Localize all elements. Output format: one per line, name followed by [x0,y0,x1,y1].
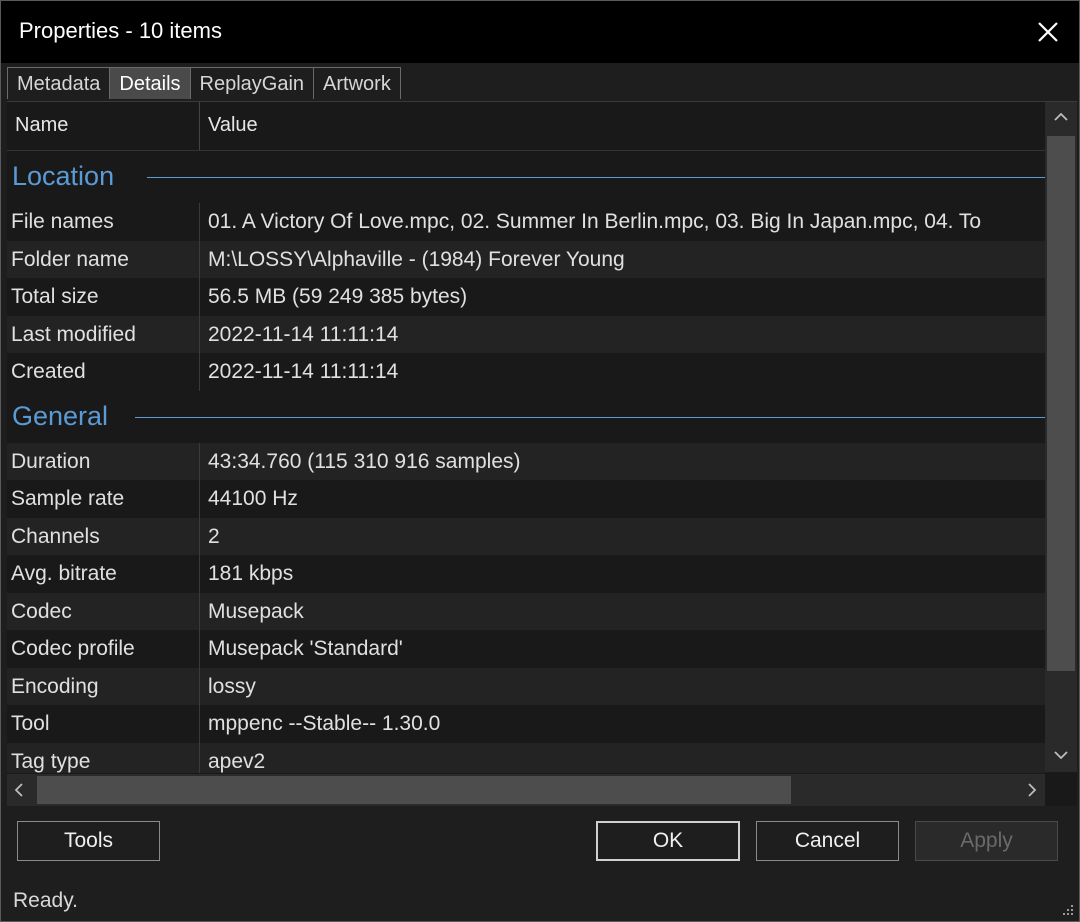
property-row[interactable]: Channels 2 [7,517,1045,555]
property-name: Tag type [11,749,91,773]
property-name: Encoding [11,674,99,698]
property-row[interactable]: File names 01. A Victory Of Love.mpc, 02… [7,203,1045,241]
tab-metadata[interactable]: Metadata [7,67,111,99]
tab-artwork[interactable]: Artwork [313,67,401,99]
property-value: 2022-11-14 11:11:14 [208,322,399,346]
property-row[interactable]: Created 2022-11-14 11:11:14 [7,353,1045,391]
cell-divider [199,555,200,593]
cell-divider [199,278,200,316]
property-name: Total size [11,285,99,308]
cell-divider [199,442,200,480]
property-value: lossy [208,674,256,698]
property-row[interactable]: Tag type apev2 [7,742,1045,773]
cell-divider [199,630,200,668]
property-name: Sample rate [11,487,125,510]
property-name: Created [11,360,86,383]
property-value: M:\LOSSY\Alphaville - (1984) Forever You… [208,247,625,271]
property-value: 43:34.760 (115 310 916 samples) [208,449,521,473]
chevron-down-icon[interactable] [1054,750,1068,760]
resize-grip-icon[interactable] [1061,903,1075,917]
property-name: Last modified [11,322,136,346]
cell-divider [199,705,200,743]
property-value: 44100 Hz [208,487,298,510]
property-row[interactable]: Duration 43:34.760 (115 310 916 samples) [7,442,1045,480]
property-value: apev2 [208,749,266,773]
property-name: Codec profile [11,637,135,660]
property-value: 2022-11-14 11:11:14 [208,360,399,383]
property-value: 2 [208,524,220,548]
vertical-scrollbar[interactable] [1045,102,1077,772]
cancel-button[interactable]: Cancel [756,821,899,861]
group-divider [135,416,1045,418]
tab-replaygain[interactable]: ReplayGain [189,67,315,99]
chevron-right-icon[interactable] [1027,783,1037,797]
property-value: 01. A Victory Of Love.mpc, 02. Summer In… [208,210,982,233]
property-value: Musepack [208,599,304,623]
cell-divider [199,315,200,353]
property-row[interactable]: Avg. bitrate 181 kbps [7,555,1045,593]
tab-details[interactable]: Details [109,67,191,99]
ok-button[interactable]: OK [596,821,740,861]
property-name: Duration [11,449,91,473]
group-label: General [12,400,109,431]
property-name: Codec [11,599,72,623]
tab-bar: Metadata Details ReplayGain Artwork [7,67,401,101]
property-value: 56.5 MB (59 249 385 bytes) [208,285,468,308]
horizontal-scroll-thumb[interactable] [37,776,791,804]
property-name: Avg. bitrate [11,562,117,585]
property-name: Channels [11,524,100,548]
property-name: Tool [11,712,50,735]
property-row[interactable]: Tool mppenc --Stable-- 1.30.0 [7,705,1045,743]
title-bar: Properties - 10 items [1,1,1079,63]
close-button[interactable] [1017,1,1079,63]
cell-divider [199,240,200,278]
apply-button: Apply [915,821,1058,861]
group-header-general: General [7,391,1045,443]
column-header-value[interactable]: Value [208,114,258,137]
cell-divider [199,517,200,555]
property-row[interactable]: Total size 56.5 MB (59 249 385 bytes) [7,278,1045,316]
column-header-name[interactable]: Name [15,114,68,137]
properties-list: Location File names 01. A Victory Of Lov… [7,151,1045,773]
property-row[interactable]: Codec Musepack [7,592,1045,630]
group-divider [147,177,1045,178]
cell-divider [199,203,200,241]
cell-divider [199,667,200,705]
property-row[interactable]: Encoding lossy [7,667,1045,705]
group-header-location: Location [7,151,1045,203]
property-value: mppenc --Stable-- 1.30.0 [208,712,441,735]
chevron-up-icon[interactable] [1054,112,1068,122]
property-row[interactable]: Last modified 2022-11-14 11:11:14 [7,315,1045,353]
cell-divider [199,480,200,518]
cell-divider [199,742,200,773]
cell-divider [199,353,200,391]
chevron-left-icon[interactable] [14,783,24,797]
property-row[interactable]: Codec profile Musepack 'Standard' [7,630,1045,668]
tools-button[interactable]: Tools [17,821,160,861]
group-label: Location [12,161,115,191]
property-value: Musepack 'Standard' [208,637,403,660]
column-header: Name Value [7,102,1045,151]
close-icon [1038,22,1058,42]
column-divider[interactable] [199,102,200,150]
property-value: 181 kbps [208,562,294,585]
status-text: Ready. [13,889,78,912]
property-row[interactable]: Sample rate 44100 Hz [7,480,1045,518]
property-row[interactable]: Folder name M:\LOSSY\Alphaville - (1984)… [7,240,1045,278]
vertical-scroll-thumb[interactable] [1047,136,1075,671]
details-panel: Name Value Location File names 01. A Vic… [7,101,1077,806]
window-title: Properties - 10 items [19,18,222,43]
property-name: Folder name [11,247,129,271]
properties-window: Properties - 10 items Metadata Details R… [0,0,1080,922]
cell-divider [199,592,200,630]
property-name: File names [11,210,114,233]
horizontal-scrollbar[interactable] [7,774,1045,806]
